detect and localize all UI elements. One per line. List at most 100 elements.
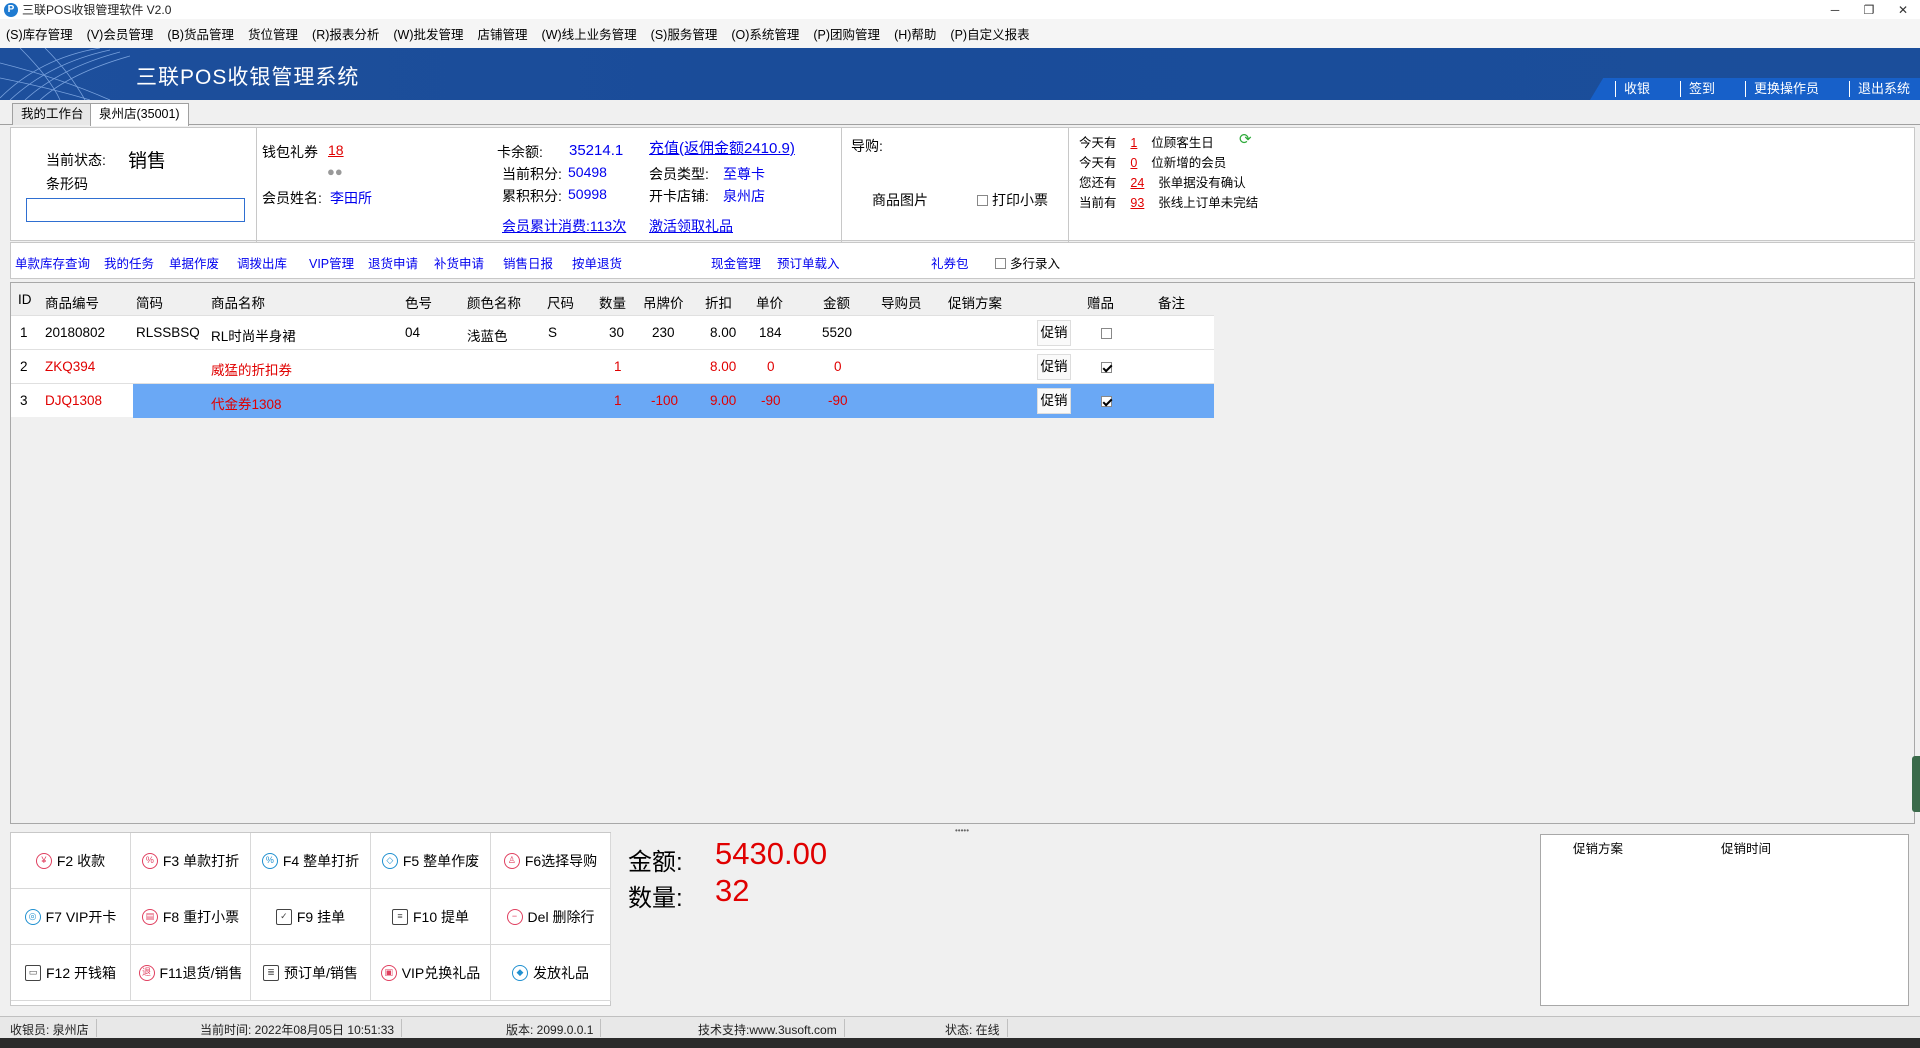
col-color-name[interactable]: 颜色名称	[467, 292, 521, 312]
promo-time-header[interactable]: 促销时间	[1721, 838, 1771, 857]
close-icon[interactable]: ✕	[1886, 0, 1920, 19]
promo-button[interactable]: 促销	[1037, 354, 1071, 380]
checkbox-icon[interactable]	[977, 195, 988, 206]
col-amount[interactable]: 金额	[823, 292, 850, 312]
print-receipt-checkbox[interactable]: 打印小票	[977, 190, 1048, 210]
col-size[interactable]: 尺码	[547, 292, 574, 312]
promo-plan-header[interactable]: 促销方案	[1573, 838, 1623, 857]
restock-request-link[interactable]: 补货申请	[434, 253, 484, 272]
tab-store[interactable]: 泉州店(35001)	[90, 103, 189, 126]
minimize-icon[interactable]: ─	[1818, 0, 1852, 19]
cash-manage-link[interactable]: 现金管理	[711, 253, 761, 272]
gift-checkbox[interactable]	[1101, 326, 1116, 341]
checkbox-icon[interactable]	[1101, 396, 1112, 407]
vip-redeem-gift-button[interactable]: ▣ VIP兑换礼品	[371, 945, 491, 1001]
col-guide[interactable]: 导购员	[881, 292, 922, 312]
void-document-link[interactable]: 单据作废	[169, 253, 219, 272]
col-gift[interactable]: 赠品	[1087, 292, 1114, 312]
col-short[interactable]: 简码	[136, 292, 163, 312]
transfer-out-link[interactable]: 调拨出库	[237, 253, 287, 272]
void-order-button[interactable]: ◇ F5 整单作废	[371, 833, 491, 889]
col-discount[interactable]: 折扣	[705, 292, 732, 312]
menu-groupbuy[interactable]: (P)团购管理	[813, 24, 880, 43]
select-guide-button[interactable]: ♙ F6选择导购	[491, 833, 611, 889]
col-promo-plan[interactable]: 促销方案	[948, 292, 1002, 312]
wechat-icon[interactable]: ●●	[327, 164, 343, 179]
multi-entry-checkbox[interactable]: 多行录入	[995, 253, 1060, 272]
side-panel-handle[interactable]	[1912, 756, 1920, 812]
preorder-load-link[interactable]: 预订单载入	[777, 253, 840, 272]
notice-count[interactable]: 1	[1130, 136, 1137, 150]
promo-button[interactable]: 促销	[1037, 320, 1071, 346]
promo-button[interactable]: 促销	[1037, 388, 1071, 414]
consume-count-link[interactable]: 会员累计消费:113次	[502, 216, 626, 236]
col-color-no[interactable]: 色号	[405, 292, 432, 312]
checkbox-icon[interactable]	[995, 258, 1006, 269]
recharge-link[interactable]: 充值(返佣金额2410.9)	[649, 137, 795, 158]
menu-goods[interactable]: (B)货品管理	[167, 24, 234, 43]
col-unit-price[interactable]: 单价	[756, 292, 783, 312]
col-name[interactable]: 商品名称	[211, 292, 265, 312]
exit-system-button[interactable]: 退出系统	[1848, 81, 1920, 97]
coupon-pack-link[interactable]: 礼券包	[931, 253, 969, 272]
gift-checkbox[interactable]	[1101, 394, 1116, 409]
checkbox-icon[interactable]	[1101, 328, 1112, 339]
barcode-input[interactable]	[26, 198, 245, 222]
col-remark[interactable]: 备注	[1158, 292, 1185, 312]
menu-store[interactable]: 店铺管理	[478, 24, 528, 43]
open-cash-drawer-button[interactable]: ▭ F12 开钱箱	[11, 945, 131, 1001]
menu-service[interactable]: (S)服务管理	[651, 24, 718, 43]
col-code[interactable]: 商品编号	[45, 292, 99, 312]
my-tasks-link[interactable]: 我的任务	[104, 253, 154, 272]
item-discount-button[interactable]: % F3 单款打折	[131, 833, 251, 889]
menu-online[interactable]: (W)线上业务管理	[542, 24, 637, 43]
wallet-value[interactable]: 18	[328, 142, 344, 158]
hold-order-button[interactable]: ✓ F9 挂单	[251, 889, 371, 945]
button-label: F8 重打小票	[162, 908, 240, 925]
collect-payment-button[interactable]: ¥ F2 收款	[11, 833, 131, 889]
issue-gift-button[interactable]: ◆ 发放礼品	[491, 945, 611, 1001]
menu-custom-report[interactable]: (P)自定义报表	[950, 24, 1029, 43]
daily-sales-link[interactable]: 销售日报	[503, 253, 553, 272]
menu-help[interactable]: (H)帮助	[894, 24, 936, 43]
table-row-selected[interactable]: 3 DJQ1308 代金券1308 1 -100 9.00 -90 -90 促销	[11, 383, 1214, 418]
col-tag-price[interactable]: 吊牌价	[643, 292, 684, 312]
gift-checkbox[interactable]	[1101, 360, 1116, 375]
order-discount-button[interactable]: % F4 整单打折	[251, 833, 371, 889]
menu-inventory[interactable]: (S)库存管理	[6, 24, 73, 43]
menu-member[interactable]: (V)会员管理	[87, 24, 154, 43]
vip-manage-link[interactable]: VIP管理	[309, 253, 354, 272]
notice-count[interactable]: 93	[1130, 196, 1144, 210]
notice-count[interactable]: 0	[1130, 156, 1137, 170]
return-sale-button[interactable]: 退 F11退货/销售	[131, 945, 251, 1001]
menu-location[interactable]: 货位管理	[248, 24, 298, 43]
tab-workbench[interactable]: 我的工作台	[12, 103, 93, 125]
button-label: VIP兑换礼品	[401, 964, 481, 981]
table-row[interactable]: 2 ZKQ394 威猛的折扣券 1 8.00 0 0 促销	[11, 349, 1214, 383]
reprint-receipt-button[interactable]: ▤ F8 重打小票	[131, 889, 251, 945]
restore-icon[interactable]: ❐	[1852, 0, 1886, 19]
menu-reports[interactable]: (R)报表分析	[312, 24, 379, 43]
delete-row-button[interactable]: − Del 删除行	[491, 889, 611, 945]
sign-in-button[interactable]: 签到	[1679, 81, 1725, 97]
vip-open-card-button[interactable]: ◎ F7 VIP开卡	[11, 889, 131, 945]
switch-operator-button[interactable]: 更换操作员	[1744, 81, 1829, 97]
activate-gift-link[interactable]: 激活领取礼品	[649, 216, 733, 236]
menu-wholesale[interactable]: (W)批发管理	[393, 24, 463, 43]
cell-name: 威猛的折扣券	[211, 363, 292, 378]
cell-name: 代金券1308	[211, 397, 282, 412]
retrieve-order-button[interactable]: ≡ F10 提单	[371, 889, 491, 945]
button-label: F7 VIP开卡	[45, 908, 117, 925]
checkbox-icon[interactable]	[1101, 362, 1112, 373]
return-by-order-link[interactable]: 按单退货	[572, 253, 622, 272]
preorder-sale-button[interactable]: ≣ 预订单/销售	[251, 945, 371, 1001]
col-id[interactable]: ID	[18, 292, 32, 307]
return-request-link[interactable]: 退货申请	[368, 253, 418, 272]
menu-system[interactable]: (O)系统管理	[731, 24, 799, 43]
refresh-icon[interactable]: ⟳	[1239, 130, 1252, 148]
col-qty[interactable]: 数量	[599, 292, 626, 312]
table-row[interactable]: 1 20180802 RLSSBSQ RL时尚半身裙 04 浅蓝色 S 30 2…	[11, 315, 1214, 349]
cashier-button[interactable]: 收银	[1614, 81, 1660, 97]
stock-query-link[interactable]: 单款库存查询	[15, 253, 90, 272]
notice-count[interactable]: 24	[1130, 176, 1144, 190]
